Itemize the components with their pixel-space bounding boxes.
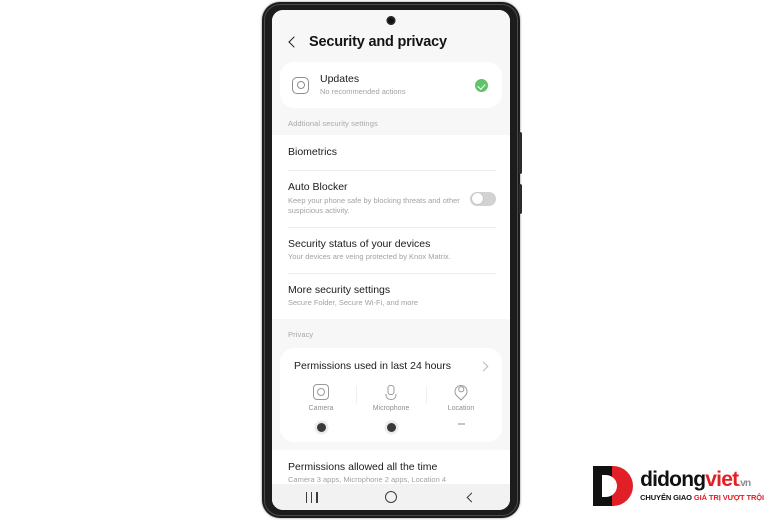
didongviet-watermark: didongviet.vn CHUYỂN GIAO GIÁ TRỊ VƯỢT T…: [593, 466, 764, 506]
recents-icon[interactable]: [305, 491, 318, 503]
auto-blocker-title: Auto Blocker: [288, 181, 348, 194]
camera-icon: [313, 384, 329, 401]
camera-usage-dot: [316, 423, 326, 433]
side-button-power[interactable]: [519, 184, 522, 214]
security-status-subtitle: Your devices are veing protected by Knox…: [288, 251, 451, 261]
biometrics-texts: Biometrics: [288, 146, 496, 159]
sidebar-item-more-security-settings[interactable]: More security settings Secure Folder, Se…: [272, 273, 510, 319]
phone-screen: Security and privacy Updates No recommen…: [272, 10, 510, 510]
auto-blocker-texts: Auto Blocker Keep your phone safe by blo…: [288, 181, 460, 215]
updates-texts: Updates No recommended actions: [320, 73, 475, 97]
more-security-subtitle: Secure Folder, Secure Wi-Fi, and more: [288, 298, 419, 308]
settings-scroll-area[interactable]: Updates No recommended actions Addtional…: [272, 60, 510, 505]
watermark-brand-part2: viet: [705, 468, 739, 491]
microphone-icon: [383, 384, 399, 400]
permissions-header-title: Permissions used in last 24 hours: [294, 360, 451, 373]
additional-security-block: Biometrics Auto Blocker Keep your phone …: [272, 135, 510, 320]
microphone-label: Microphone: [372, 405, 410, 413]
android-navigation-bar: [272, 484, 510, 510]
more-security-texts: More security settings Secure Folder, Se…: [288, 284, 496, 308]
permission-item-microphone[interactable]: Microphone: [356, 384, 426, 433]
more-security-title: More security settings: [288, 284, 391, 296]
location-label: Location: [447, 405, 475, 413]
updates-card[interactable]: Updates No recommended actions: [280, 62, 502, 109]
sidebar-item-biometrics[interactable]: Biometrics: [272, 135, 510, 170]
back-chevron-icon[interactable]: [286, 35, 300, 49]
watermark-tagline: CHUYỂN GIAO GIÁ TRỊ VƯỢT TRỘI: [640, 493, 764, 502]
permission-items-row: Camera Microphone Location: [280, 382, 502, 433]
privacy-section-label: Privacy: [288, 330, 314, 340]
sidebar-item-security-status[interactable]: Security status of your devices Your dev…: [272, 226, 510, 273]
green-check-icon: [475, 78, 488, 92]
auto-blocker-toggle[interactable]: [470, 191, 496, 206]
watermark-tagline-part2: GIÁ TRỊ VƯỢT TRỘI: [693, 493, 764, 502]
chevron-right-icon[interactable]: [478, 360, 490, 372]
watermark-wordmark: didongviet.vn: [640, 469, 764, 490]
permissions-used-card[interactable]: Permissions used in last 24 hours Camera…: [280, 348, 502, 443]
permission-item-camera[interactable]: Camera: [286, 384, 356, 433]
watermark-brand-tld: .vn: [738, 478, 751, 489]
security-status-texts: Security status of your devices Your dev…: [288, 238, 496, 262]
watermark-tagline-part1: CHUYỂN GIAO: [640, 493, 694, 502]
watermark-brand-part1: didong: [640, 468, 706, 491]
camera-label: Camera: [308, 405, 334, 413]
software-update-icon: [292, 76, 309, 94]
security-status-title: Security status of your devices: [288, 237, 431, 250]
updates-title: Updates: [320, 73, 360, 85]
phone-device-frame: Security and privacy Updates No recommen…: [262, 2, 522, 518]
microphone-usage-dot: [386, 423, 396, 433]
location-usage-dash: [457, 423, 465, 425]
page-title: Security and privacy: [309, 34, 447, 50]
permissions-allowed-title: Permissions allowed all the time: [288, 461, 438, 474]
biometrics-title: Biometrics: [288, 146, 338, 159]
home-icon[interactable]: [384, 491, 397, 503]
didongviet-logo-icon: [593, 466, 634, 506]
back-icon[interactable]: [464, 491, 476, 503]
auto-blocker-subtitle: Keep your phone safe by blocking threats…: [288, 195, 460, 215]
side-button-volume[interactable]: [519, 132, 522, 174]
location-icon: [453, 384, 469, 400]
permissions-card-header[interactable]: Permissions used in last 24 hours: [280, 348, 502, 382]
updates-subtitle: No recommended actions: [320, 87, 406, 97]
front-camera-punch-hole: [386, 16, 396, 25]
sidebar-item-auto-blocker[interactable]: Auto Blocker Keep your phone safe by blo…: [272, 170, 510, 226]
permission-item-location[interactable]: Location: [426, 384, 496, 432]
watermark-text-block: didongviet.vn CHUYỂN GIAO GIÁ TRỊ VƯỢT T…: [640, 466, 764, 502]
additional-security-section-label: Addtional security settings: [288, 119, 378, 129]
